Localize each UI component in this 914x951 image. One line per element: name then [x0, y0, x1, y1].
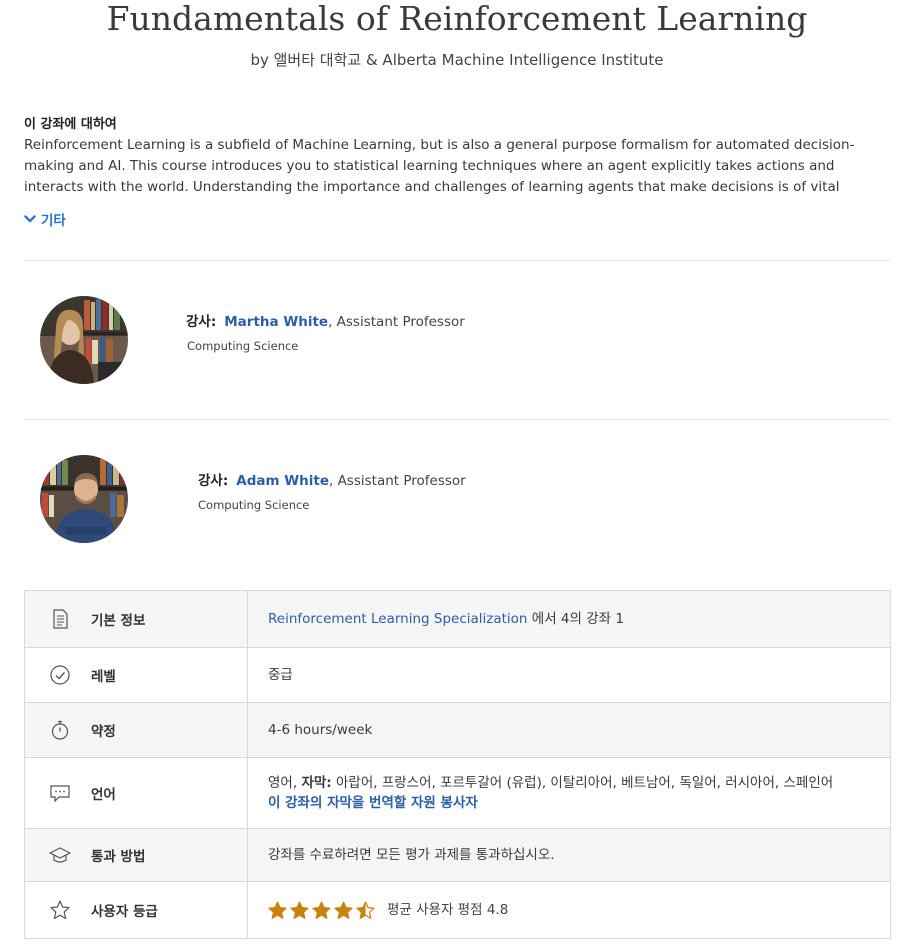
course-info-table: 기본 정보 Reinforcement Learning Specializat…: [24, 590, 891, 939]
star-filled-icon: [312, 901, 331, 919]
language-text: 영어,: [268, 775, 302, 791]
info-label: 사용자 등급: [91, 904, 158, 920]
passing-value: 강좌를 수료하려면 모든 평가 과제를 통과하십시오.: [247, 828, 891, 882]
commitment-value: 4-6 hours/week: [247, 702, 891, 758]
chat-bubble-icon: [48, 781, 72, 805]
divider: [24, 260, 890, 261]
table-row: 언어 영어, 자막: 아랍어, 프랑스어, 포르투갈어 (유럽), 이탈리아어,…: [24, 757, 891, 829]
star-filled-icon: [334, 901, 353, 919]
table-row: 통과 방법 강좌를 수료하려면 모든 평가 과제를 통과하십시오.: [24, 828, 891, 882]
check-circle-icon: [48, 663, 72, 687]
star-filled-icon: [268, 901, 287, 919]
instructor-title: , Assistant Professor: [328, 314, 465, 330]
rating-text: 평균 사용자 평점 4.8: [387, 902, 509, 918]
instructor-department: Computing Science: [187, 339, 299, 353]
star-half-icon: [356, 901, 375, 919]
info-label: 레벨: [91, 669, 116, 685]
level-value: 중급: [247, 647, 891, 703]
star-filled-icon: [290, 901, 309, 919]
table-row: 기본 정보 Reinforcement Learning Specializat…: [24, 590, 891, 648]
instructor-department: Computing Science: [198, 498, 310, 512]
instructor-name-link[interactable]: Martha White: [224, 314, 328, 330]
instructor-name-link[interactable]: Adam White: [236, 473, 329, 489]
instructor-photo-martha: [40, 296, 128, 384]
volunteer-link[interactable]: 이 강좌의 자막을 번역할 자원 봉사자: [268, 793, 870, 813]
info-label: 약정: [91, 724, 116, 740]
table-row: 사용자 등급 평균 사용자 평점 4.8: [24, 881, 891, 939]
about-heading: 이 강좌에 대하여: [24, 117, 117, 132]
instructor-label: 강사:: [198, 473, 229, 489]
stopwatch-icon: [48, 718, 72, 742]
language-value: 영어, 자막: 아랍어, 프랑스어, 포르투갈어 (유럽), 이탈리아어, 베트…: [268, 773, 870, 793]
graduation-cap-icon: [48, 843, 72, 867]
table-row: 레벨 중급: [24, 647, 891, 703]
subtitles-label: 자막:: [301, 775, 332, 791]
about-text: Reinforcement Learning is a subfield of …: [24, 137, 855, 195]
course-byline: by 앨버타 대학교 & Alberta Machine Intelligenc…: [250, 51, 664, 69]
table-row: 약정 4-6 hours/week: [24, 702, 891, 758]
show-more-label: 기타: [41, 213, 66, 229]
rating-stars: [268, 901, 375, 920]
instructor-photo-adam: [40, 455, 128, 543]
star-outline-icon: [48, 898, 72, 922]
about-section: 이 강좌에 대하여 Reinforcement Learning is a su…: [24, 116, 890, 229]
avatar[interactable]: [40, 296, 128, 384]
avatar[interactable]: [40, 455, 128, 543]
divider: [24, 419, 890, 420]
instructor-label: 강사:: [186, 314, 217, 330]
subtitles-list: 아랍어, 프랑스어, 포르투갈어 (유럽), 이탈리아어, 베트남어, 독일어,…: [331, 775, 834, 791]
show-more-button[interactable]: 기타: [24, 209, 890, 229]
specialization-link[interactable]: Reinforcement Learning Specialization: [268, 611, 528, 627]
info-label: 기본 정보: [91, 613, 146, 629]
info-label: 통과 방법: [91, 849, 146, 865]
course-title: Fundamentals of Reinforcement Learning: [106, 0, 808, 38]
instructor-line: 강사: Martha White, Assistant Professor: [186, 313, 465, 331]
instructor-title: , Assistant Professor: [328, 473, 466, 489]
chevron-down-icon: [24, 215, 36, 223]
instructor-line: 강사: Adam White, Assistant Professor: [198, 472, 466, 490]
info-label: 언어: [91, 787, 116, 803]
document-icon: [48, 607, 72, 631]
course-number-text: 에서 4의 강좌 1: [527, 611, 624, 627]
